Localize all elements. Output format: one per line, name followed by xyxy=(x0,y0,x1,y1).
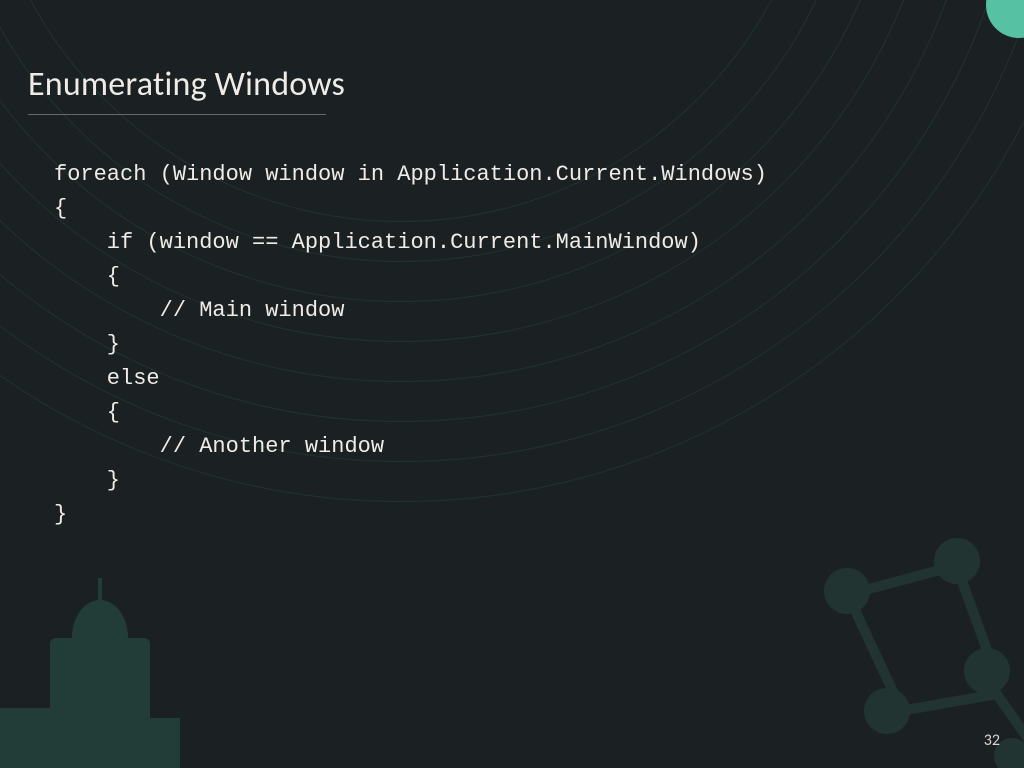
code-block: foreach (Window window in Application.Cu… xyxy=(54,158,767,532)
building-silhouette-icon xyxy=(0,598,220,768)
slide-title: Enumerating Windows xyxy=(28,64,345,105)
slide: Enumerating Windows foreach (Window wind… xyxy=(0,0,1024,768)
title-underline xyxy=(28,114,326,115)
page-number: 32 xyxy=(984,731,1000,750)
